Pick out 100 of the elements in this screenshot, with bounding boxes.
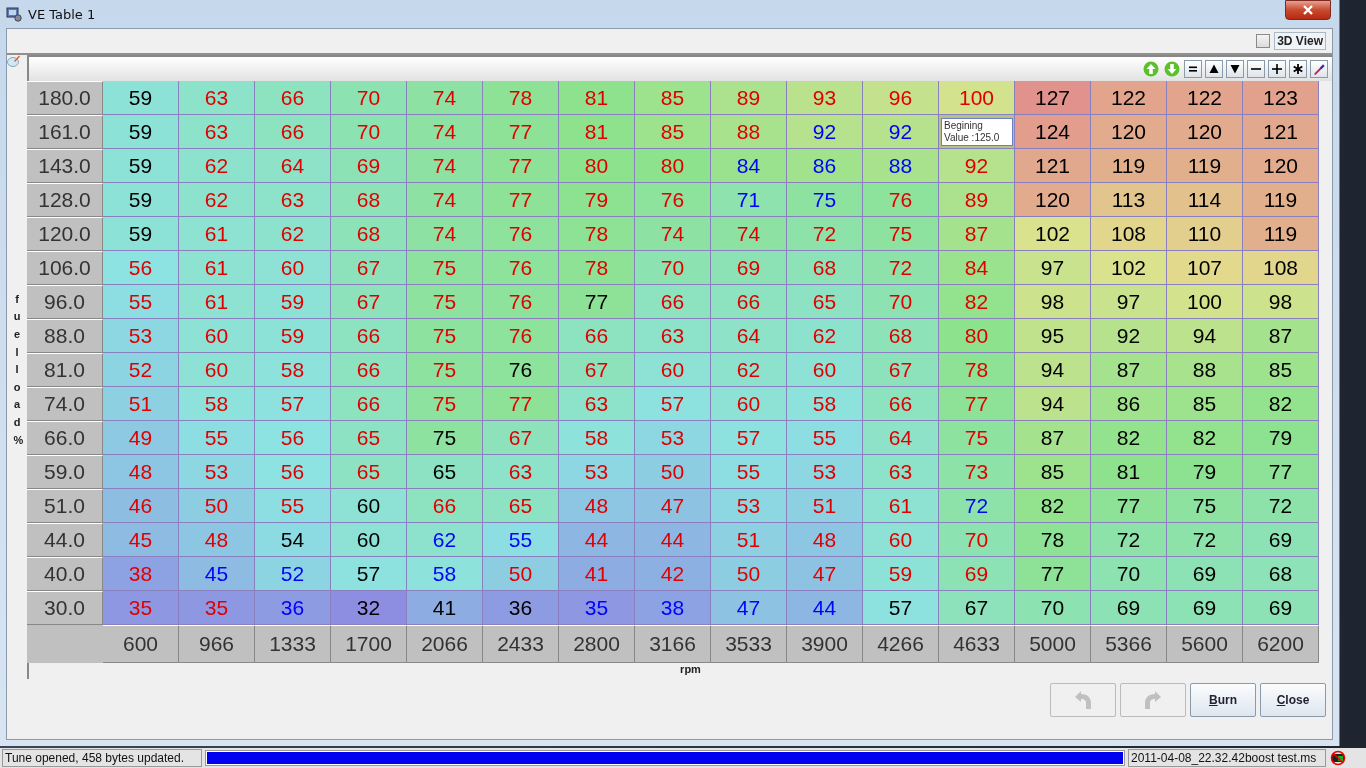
table-cell[interactable]: 88 (863, 149, 939, 183)
table-cell[interactable]: 72 (939, 489, 1015, 523)
table-cell[interactable]: 75 (407, 285, 483, 319)
table-cell[interactable]: 52 (255, 557, 331, 591)
table-cell[interactable]: 66 (407, 489, 483, 523)
table-cell[interactable]: 85 (1015, 455, 1091, 489)
table-cell[interactable]: 122 (1091, 81, 1167, 115)
table-cell[interactable]: 51 (711, 523, 787, 557)
table-cell[interactable]: 63 (635, 319, 711, 353)
table-cell[interactable]: 102 (1015, 217, 1091, 251)
table-cell[interactable]: 77 (483, 115, 559, 149)
table-cell[interactable]: 66 (559, 319, 635, 353)
table-cell[interactable]: 80 (559, 149, 635, 183)
table-cell[interactable]: 44 (787, 591, 863, 625)
toolbar-button[interactable] (1247, 60, 1265, 78)
table-cell[interactable]: 65 (483, 489, 559, 523)
table-cell[interactable]: 75 (787, 183, 863, 217)
table-cell[interactable]: 77 (483, 149, 559, 183)
table-cell[interactable]: 57 (863, 591, 939, 625)
table-cell[interactable]: 79 (559, 183, 635, 217)
view-3d-checkbox[interactable] (1256, 34, 1271, 48)
table-cell[interactable]: 67 (331, 251, 407, 285)
table-cell[interactable]: 67 (863, 353, 939, 387)
table-cell[interactable]: 110 (1167, 217, 1243, 251)
table-cell[interactable]: 113 (1091, 183, 1167, 217)
table-cell[interactable]: 60 (331, 489, 407, 523)
table-cell[interactable]: 63 (863, 455, 939, 489)
table-cell[interactable]: 78 (483, 81, 559, 115)
table-cell[interactable]: 51 (787, 489, 863, 523)
table-cell[interactable]: 82 (1015, 489, 1091, 523)
toolbar-button[interactable] (1205, 60, 1223, 78)
table-cell[interactable]: 57 (711, 421, 787, 455)
table-cell[interactable]: 114 (1167, 183, 1243, 217)
table-cell[interactable]: 96 (863, 81, 939, 115)
table-cell[interactable]: 32 (331, 591, 407, 625)
table-cell[interactable]: 47 (787, 557, 863, 591)
table-cell[interactable]: 92 (787, 115, 863, 149)
table-cell[interactable]: 70 (635, 251, 711, 285)
table-cell[interactable]: 124 (1015, 115, 1091, 149)
table-cell[interactable]: 69 (331, 149, 407, 183)
table-cell[interactable]: 67 (483, 421, 559, 455)
table-cell[interactable]: 78 (559, 251, 635, 285)
table-cell[interactable]: 94 (1015, 353, 1091, 387)
table-cell[interactable]: 79 (1167, 455, 1243, 489)
table-cell[interactable]: 70 (331, 81, 407, 115)
table-cell[interactable]: 77 (1091, 489, 1167, 523)
table-cell[interactable]: 78 (1015, 523, 1091, 557)
table-cell[interactable]: 75 (407, 387, 483, 421)
table-cell[interactable]: 85 (1243, 353, 1319, 387)
table-cell[interactable]: 120 (1015, 183, 1091, 217)
table-cell[interactable]: 82 (1243, 387, 1319, 421)
table-cell[interactable]: 87 (1091, 353, 1167, 387)
table-cell[interactable]: 76 (863, 183, 939, 217)
table-cell[interactable]: 72 (1091, 523, 1167, 557)
table-cell[interactable]: 107 (1167, 251, 1243, 285)
dialog-button[interactable]: Burn (1190, 683, 1256, 717)
table-cell[interactable]: 55 (179, 421, 255, 455)
table-cell[interactable]: 102 (1091, 251, 1167, 285)
table-cell[interactable]: 58 (255, 353, 331, 387)
table-cell[interactable]: 58 (559, 421, 635, 455)
table-cell[interactable]: 68 (787, 251, 863, 285)
table-cell[interactable]: 42 (635, 557, 711, 591)
table-cell[interactable]: 75 (407, 353, 483, 387)
table-cell[interactable]: 62 (255, 217, 331, 251)
table-cell[interactable]: 121 (1015, 149, 1091, 183)
table-cell[interactable]: 69 (1167, 557, 1243, 591)
table-cell[interactable]: 60 (787, 353, 863, 387)
table-cell[interactable]: 75 (407, 251, 483, 285)
table-cell[interactable]: 50 (179, 489, 255, 523)
table-cell[interactable]: 85 (635, 115, 711, 149)
table-cell[interactable]: 77 (1015, 557, 1091, 591)
table-cell[interactable]: 77 (483, 183, 559, 217)
table-cell[interactable]: 77 (939, 387, 1015, 421)
table-cell[interactable]: 59 (255, 285, 331, 319)
table-cell[interactable]: 48 (787, 523, 863, 557)
table-cell[interactable]: 82 (939, 285, 1015, 319)
table-cell[interactable]: 84 (711, 149, 787, 183)
table-cell[interactable]: 76 (483, 251, 559, 285)
table-cell[interactable]: 97 (1091, 285, 1167, 319)
table-cell[interactable]: 66 (331, 387, 407, 421)
table-cell[interactable]: 69 (711, 251, 787, 285)
table-cell[interactable]: 62 (787, 319, 863, 353)
table-cell[interactable]: 60 (179, 353, 255, 387)
dialog-button[interactable]: Close (1260, 683, 1326, 717)
table-cell[interactable]: 66 (711, 285, 787, 319)
toolbar-button[interactable] (1226, 60, 1244, 78)
table-cell[interactable]: 47 (711, 591, 787, 625)
table-cell[interactable]: 56 (255, 421, 331, 455)
table-cell[interactable]: 58 (179, 387, 255, 421)
table-cell[interactable]: 86 (787, 149, 863, 183)
table-cell[interactable]: 63 (179, 115, 255, 149)
table-cell[interactable]: 82 (1091, 421, 1167, 455)
table-cell[interactable]: 61 (179, 285, 255, 319)
table-cell[interactable]: 70 (939, 523, 1015, 557)
table-cell[interactable]: 57 (635, 387, 711, 421)
table-cell[interactable]: 52 (103, 353, 179, 387)
table-cell[interactable]: 35 (103, 591, 179, 625)
table-cell[interactable]: 63 (179, 81, 255, 115)
table-cell[interactable]: 48 (103, 455, 179, 489)
table-cell[interactable]: 81 (1091, 455, 1167, 489)
